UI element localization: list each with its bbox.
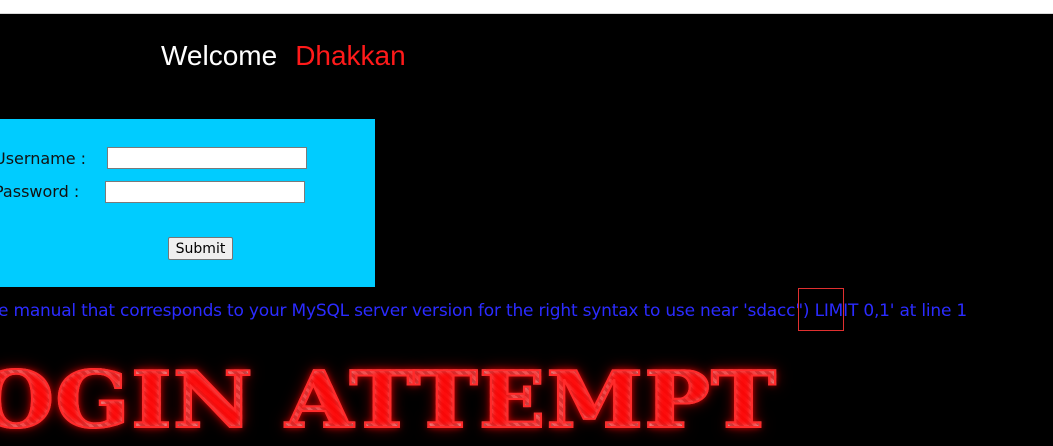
username-label: Username :	[0, 149, 87, 168]
login-attempt-banner: OGIN ATTEMPT	[0, 355, 777, 446]
welcome-name: Dhakkan	[295, 40, 406, 71]
welcome-label: Welcome	[161, 40, 278, 71]
welcome-heading: Welcome Dhakkan	[161, 38, 406, 74]
browser-top-strip	[0, 0, 1053, 14]
password-input[interactable]	[105, 181, 305, 203]
password-label: Password :	[0, 182, 80, 201]
submit-button[interactable]: Submit	[168, 237, 233, 260]
username-input[interactable]	[107, 147, 307, 169]
login-form: Username : Password : Submit	[0, 119, 375, 287]
sql-error-message: e manual that corresponds to your MySQL …	[0, 301, 968, 321]
